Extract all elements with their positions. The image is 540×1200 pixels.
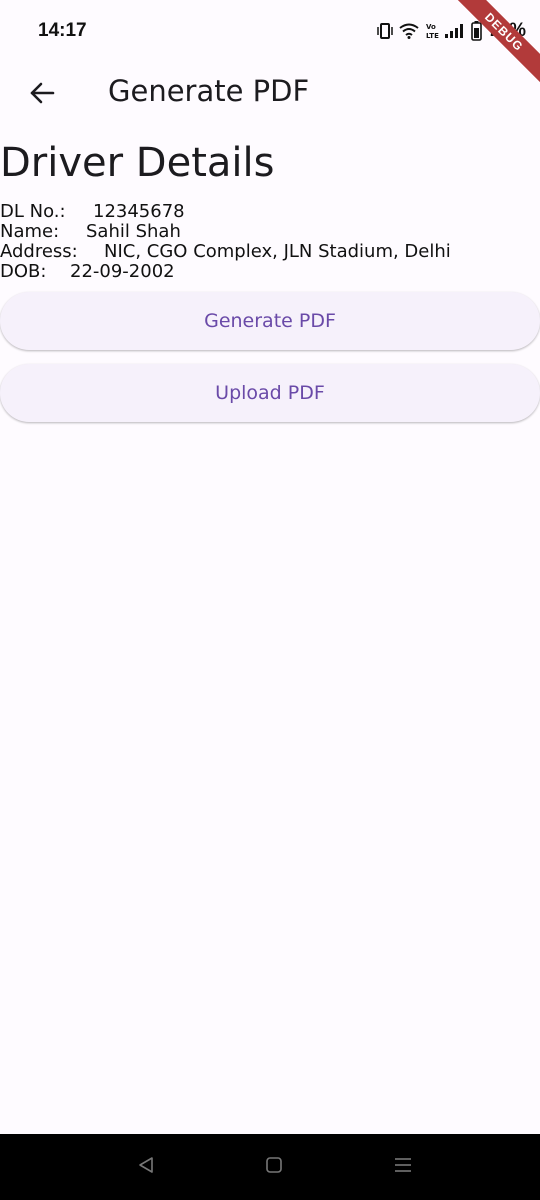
detail-label: DL No.: — [0, 201, 66, 222]
page-title: Generate PDF — [108, 74, 310, 108]
app-bar: Generate PDF — [0, 60, 540, 130]
back-triangle-icon — [137, 1156, 155, 1178]
detail-label: DOB: — [0, 261, 47, 282]
generate-pdf-button[interactable]: Generate PDF — [0, 292, 540, 350]
system-nav-bar — [0, 1134, 540, 1200]
volte-icon: Vo LTE — [425, 22, 439, 40]
detail-value: 22-09-2002 — [70, 261, 175, 282]
arrow-back-icon — [29, 81, 55, 109]
wifi-icon — [399, 23, 419, 39]
detail-label: Name: — [0, 221, 60, 242]
signal-icon — [444, 24, 465, 38]
home-square-icon — [265, 1156, 283, 1178]
section-title: Driver Details — [0, 140, 275, 186]
status-icons: Vo LTE 78% — [377, 20, 526, 42]
detail-label: Address: — [0, 241, 78, 262]
nav-recents-button[interactable] — [388, 1154, 418, 1180]
upload-pdf-button[interactable]: Upload PDF — [0, 364, 540, 422]
driver-details: DL No.: 12345678 Name: Sahil Shah Address:… — [0, 202, 451, 282]
svg-text:LTE: LTE — [426, 32, 439, 40]
detail-row-address: Address: NIC, CGO Complex, JLN Stadium, D… — [0, 242, 451, 262]
svg-text:Vo: Vo — [426, 23, 436, 31]
battery-percentage: 78% — [487, 20, 526, 41]
nav-home-button[interactable] — [259, 1154, 289, 1180]
status-bar: 14:17 Vo LTE 78% — [0, 0, 540, 60]
detail-value: NIC, CGO Complex, JLN Stadium, Delhi — [104, 241, 451, 262]
detail-row-dob: DOB: 22-09-2002 — [0, 262, 451, 282]
battery-icon — [471, 21, 482, 41]
detail-row-name: Name: Sahil Shah — [0, 222, 451, 242]
nav-back-button[interactable] — [131, 1154, 161, 1180]
detail-value: 12345678 — [93, 201, 185, 222]
status-time: 14:17 — [38, 20, 87, 41]
vibrate-icon — [377, 22, 393, 40]
detail-row-dl-no: DL No.: 12345678 — [0, 202, 451, 222]
recents-menu-icon — [393, 1156, 413, 1178]
detail-value: Sahil Shah — [86, 221, 181, 242]
back-button[interactable] — [20, 73, 64, 117]
